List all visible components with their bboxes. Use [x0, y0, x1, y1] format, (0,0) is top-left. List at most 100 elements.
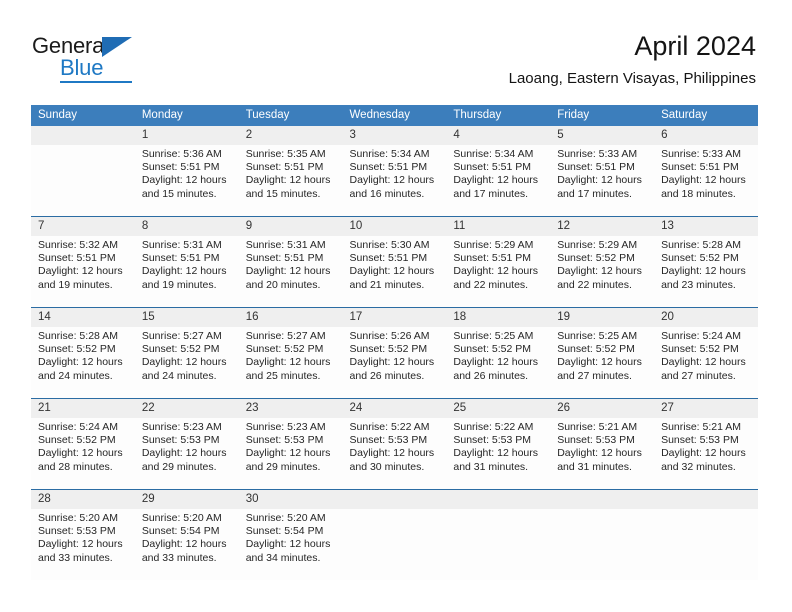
day-detail-line: and 29 minutes.	[245, 460, 321, 473]
day-detail-line: Sunrise: 5:20 AM	[141, 512, 222, 524]
day-number[interactable]: 7	[31, 216, 135, 236]
day-number[interactable]: 29	[134, 489, 239, 509]
weekday-header-sunday: Sunday	[31, 105, 135, 126]
day-number[interactable]: 25	[446, 398, 551, 418]
day-detail-line: Sunrise: 5:21 AM	[661, 421, 742, 433]
calendar-page: General Blue April 2024 Laoang, Eastern …	[0, 0, 792, 612]
day-detail-cell: Sunrise: 5:20 AM Sunset: 5:54 PM Daylight:…	[134, 509, 239, 580]
day-detail-cell-empty	[446, 509, 551, 580]
day-detail-line: Sunrise: 5:28 AM	[38, 330, 118, 342]
day-number[interactable]: 18	[446, 307, 551, 327]
calendar-week-row: 123456 Sunrise: 5:36 AM Sunset: 5:51 PM Da…	[31, 126, 758, 216]
day-number[interactable]: 14	[31, 307, 135, 327]
day-number[interactable]: 4	[446, 126, 551, 145]
day-number[interactable]: 24	[342, 398, 447, 418]
day-detail-line: Daylight: 12 hours	[349, 265, 435, 278]
day-detail-cell: Sunrise: 5:33 AM Sunset: 5:51 PM Daylight:…	[654, 145, 758, 216]
day-detail-line: and 21 minutes.	[349, 278, 425, 291]
day-detail-line: and 17 minutes.	[453, 187, 529, 200]
day-detail-line: and 24 minutes.	[38, 369, 113, 382]
day-detail-line: Sunrise: 5:20 AM	[245, 512, 326, 524]
day-detail-line: Sunrise: 5:35 AM	[245, 148, 326, 160]
day-detail-cell: Sunrise: 5:33 AM Sunset: 5:51 PM Daylight:…	[550, 145, 655, 216]
day-detail-line: and 18 minutes.	[661, 187, 736, 200]
day-detail-line: and 27 minutes.	[557, 369, 632, 382]
day-number[interactable]: 11	[446, 216, 551, 236]
day-number[interactable]: 13	[654, 216, 758, 236]
day-detail-line: and 28 minutes.	[38, 460, 113, 473]
day-detail-line: Sunset: 5:51 PM	[141, 161, 220, 174]
day-detail-line: Sunrise: 5:24 AM	[38, 421, 118, 433]
day-detail-line: Sunset: 5:52 PM	[141, 343, 220, 356]
day-number[interactable]: 26	[550, 398, 655, 418]
day-detail-line: and 24 minutes.	[141, 369, 217, 382]
day-detail-cell: Sunrise: 5:34 AM Sunset: 5:51 PM Daylight:…	[446, 145, 551, 216]
day-detail-line: Daylight: 12 hours	[453, 447, 539, 460]
day-number[interactable]: 15	[134, 307, 239, 327]
day-detail-cell: Sunrise: 5:36 AM Sunset: 5:51 PM Daylight:…	[134, 145, 239, 216]
day-detail-cell-empty	[31, 145, 135, 216]
day-detail-line: Sunrise: 5:30 AM	[349, 239, 430, 251]
day-detail-line: and 33 minutes.	[141, 551, 217, 564]
weekday-header-row: Sunday Monday Tuesday Wednesday Thursday…	[31, 105, 758, 126]
day-detail-line: and 25 minutes.	[245, 369, 321, 382]
weekday-header-saturday: Saturday	[654, 105, 758, 126]
day-detail-line: Sunrise: 5:33 AM	[557, 148, 638, 160]
day-detail-line: Daylight: 12 hours	[557, 356, 642, 369]
day-detail-line: Daylight: 12 hours	[557, 265, 642, 278]
day-number[interactable]: 10	[342, 216, 447, 236]
day-detail-line: Daylight: 12 hours	[141, 447, 227, 460]
day-detail-line: Daylight: 12 hours	[557, 447, 642, 460]
day-detail-cell: Sunrise: 5:22 AM Sunset: 5:53 PM Daylight:…	[446, 418, 551, 489]
day-detail-line: Sunset: 5:51 PM	[453, 252, 532, 265]
day-detail-line: Sunset: 5:53 PM	[557, 434, 635, 447]
day-detail-line: Sunset: 5:53 PM	[141, 434, 220, 447]
day-detail-line: Sunrise: 5:31 AM	[245, 239, 326, 251]
day-detail-line: Daylight: 12 hours	[661, 356, 746, 369]
day-number[interactable]: 1	[134, 126, 239, 145]
day-number[interactable]: 27	[654, 398, 758, 418]
day-number-empty	[550, 489, 655, 509]
day-number[interactable]: 12	[550, 216, 655, 236]
day-detail-cell: Sunrise: 5:20 AM Sunset: 5:53 PM Daylight:…	[31, 509, 135, 580]
day-detail-line: Sunset: 5:53 PM	[453, 434, 532, 447]
day-detail-line: Sunrise: 5:29 AM	[557, 239, 638, 251]
day-detail-line: Sunset: 5:52 PM	[661, 343, 739, 356]
day-number[interactable]: 9	[238, 216, 343, 236]
day-detail-cell: Sunrise: 5:21 AM Sunset: 5:53 PM Daylight:…	[654, 418, 758, 489]
day-detail-line: Daylight: 12 hours	[661, 265, 746, 278]
day-detail-line: Sunset: 5:51 PM	[245, 252, 324, 265]
day-detail-line: Daylight: 12 hours	[38, 447, 123, 460]
calendar-weeks: 123456 Sunrise: 5:36 AM Sunset: 5:51 PM Da…	[31, 126, 758, 580]
day-detail-line: Sunset: 5:52 PM	[557, 343, 635, 356]
day-detail-line: Sunrise: 5:24 AM	[661, 330, 742, 342]
day-number[interactable]: 6	[654, 126, 758, 145]
day-number[interactable]: 17	[342, 307, 447, 327]
day-detail-cell: Sunrise: 5:35 AM Sunset: 5:51 PM Daylight:…	[238, 145, 343, 216]
day-number[interactable]: 5	[550, 126, 655, 145]
day-detail-cell-empty	[654, 509, 758, 580]
day-number[interactable]: 16	[238, 307, 343, 327]
day-number[interactable]: 20	[654, 307, 758, 327]
day-detail-cell: Sunrise: 5:25 AM Sunset: 5:52 PM Daylight:…	[446, 327, 551, 398]
day-detail-line: Sunset: 5:51 PM	[349, 252, 428, 265]
day-number[interactable]: 3	[342, 126, 447, 145]
day-detail-line: Sunset: 5:52 PM	[661, 252, 739, 265]
day-number[interactable]: 2	[238, 126, 343, 145]
day-number[interactable]: 21	[31, 398, 135, 418]
day-number[interactable]: 8	[134, 216, 239, 236]
day-detail-cell: Sunrise: 5:29 AM Sunset: 5:51 PM Daylight:…	[446, 236, 551, 307]
day-detail-line: Sunset: 5:52 PM	[38, 343, 116, 356]
day-number[interactable]: 19	[550, 307, 655, 327]
day-number[interactable]: 28	[31, 489, 135, 509]
day-detail-cell: Sunrise: 5:34 AM Sunset: 5:51 PM Daylight:…	[342, 145, 447, 216]
day-detail-line: and 30 minutes.	[349, 460, 425, 473]
day-detail-line: and 33 minutes.	[38, 551, 113, 564]
day-detail-line: Daylight: 12 hours	[453, 174, 539, 187]
day-number[interactable]: 23	[238, 398, 343, 418]
day-number[interactable]: 30	[238, 489, 343, 509]
day-detail-cell: Sunrise: 5:23 AM Sunset: 5:53 PM Daylight:…	[134, 418, 239, 489]
day-detail-line: and 22 minutes.	[453, 278, 529, 291]
day-number[interactable]: 22	[134, 398, 239, 418]
day-detail-line: and 19 minutes.	[141, 278, 217, 291]
